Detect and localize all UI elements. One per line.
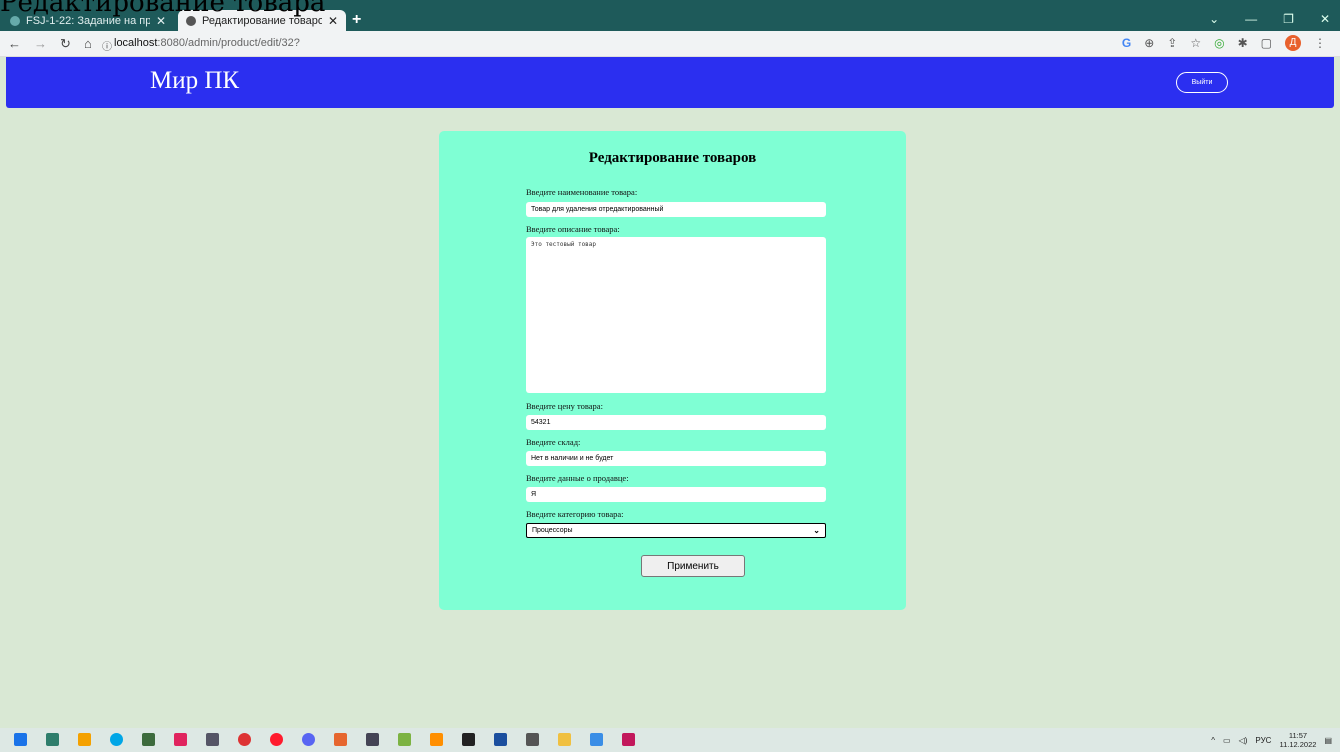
logout-button[interactable]: Выйти [1176, 72, 1228, 93]
notepad-icon[interactable] [590, 733, 603, 746]
close-window-icon[interactable]: ✕ [1320, 12, 1330, 26]
calculator-icon[interactable] [46, 733, 59, 746]
new-tab-button[interactable]: + [352, 11, 361, 29]
home-icon[interactable]: ⌂ [84, 36, 92, 51]
page-overlay-title: Редактирование товара [0, 0, 326, 18]
zoom-icon[interactable]: ⊕ [1144, 36, 1154, 50]
warehouse-label: Введите склад: [526, 437, 581, 447]
discord-icon[interactable] [302, 733, 315, 746]
os-taskbar: ^ ▭ ◁) РУС 11:57 11.12.2022 ▤ [0, 728, 1340, 752]
clock-time: 11:57 [1288, 731, 1308, 740]
app-icon[interactable] [366, 733, 379, 746]
clock-date: 11.12.2022 [1279, 740, 1317, 749]
file-explorer-icon[interactable] [558, 733, 571, 746]
price-input[interactable]: 54321 [526, 415, 826, 430]
puzzle-extensions-icon[interactable]: ✱ [1238, 36, 1248, 50]
chevron-up-icon[interactable]: ^ [1211, 736, 1215, 745]
tab-search-icon[interactable]: ⌄ [1209, 12, 1219, 26]
form-title: Редактирование товаров [588, 150, 757, 166]
site-info-icon[interactable]: ⓘ [102, 38, 112, 53]
opera-icon[interactable] [270, 733, 283, 746]
category-label: Введите категорию товара: [526, 509, 624, 519]
share-icon[interactable]: ⇪ [1167, 36, 1177, 50]
bookmark-star-icon[interactable]: ☆ [1190, 36, 1201, 50]
start-icon[interactable] [14, 733, 27, 746]
apply-button[interactable]: Применить [641, 555, 745, 577]
name-input[interactable]: Товар для удаления отредактированный [526, 202, 826, 217]
url-path: :8080/admin/product/edit/32? [157, 37, 300, 49]
category-selected-value: Процессоры [532, 527, 573, 534]
volume-icon[interactable]: ◁) [1239, 736, 1248, 745]
language-indicator[interactable]: РУС [1255, 736, 1271, 745]
network-icon[interactable]: ▭ [1223, 736, 1231, 745]
notifications-icon[interactable]: ▤ [1324, 736, 1332, 745]
reload-icon[interactable]: ↻ [60, 36, 71, 52]
category-select[interactable]: Процессоры ⌄ [526, 523, 826, 538]
site-logo[interactable]: Мир ПК [150, 67, 239, 95]
warehouse-input[interactable]: Нет в наличии и не будет [526, 451, 826, 466]
back-icon[interactable]: ← [8, 36, 21, 51]
intellij-icon[interactable] [622, 733, 635, 746]
edit-product-form: Редактирование товаров Введите наименова… [439, 131, 906, 610]
seller-input[interactable]: Я [526, 487, 826, 502]
system-tray: ^ ▭ ◁) РУС 11:57 11.12.2022 ▤ [1211, 731, 1332, 749]
name-label: Введите наименование товара: [526, 187, 638, 197]
side-panel-icon[interactable]: ▢ [1261, 36, 1272, 50]
site-header: Мир ПК Выйти [6, 57, 1334, 108]
steam-icon[interactable] [494, 733, 507, 746]
settings-icon[interactable] [526, 733, 539, 746]
url-host: localhost [114, 37, 158, 49]
terminal-icon[interactable] [142, 733, 155, 746]
forward-icon[interactable]: → [34, 36, 47, 51]
description-textarea[interactable]: Это тестовый товар [526, 237, 826, 393]
yandex-browser-icon[interactable] [238, 733, 251, 746]
sublime-icon[interactable] [78, 733, 91, 746]
restore-icon[interactable]: ❐ [1283, 12, 1294, 26]
shield-extension-icon[interactable]: ◎ [1214, 36, 1224, 50]
epic-games-icon[interactable] [462, 733, 475, 746]
google-icon[interactable]: G [1122, 36, 1131, 50]
extension-icons: G ⊕ ⇪ ☆ ◎ ✱ ▢ Д ⋮ [1122, 35, 1326, 51]
app-icon[interactable] [398, 733, 411, 746]
menu-dots-icon[interactable]: ⋮ [1314, 36, 1326, 50]
address-bar: ← → ↻ ⌂ ⓘ localhost:8080/admin/product/e… [0, 31, 1340, 57]
description-label: Введите описание товара: [526, 224, 620, 234]
tab-close-icon[interactable]: ✕ [328, 14, 338, 28]
vlc-icon[interactable] [430, 733, 443, 746]
app-icon[interactable] [206, 733, 219, 746]
url-field[interactable]: localhost:8080/admin/product/edit/32? [114, 37, 300, 49]
app-icon[interactable] [174, 733, 187, 746]
window-controls: ⌄ — ❐ ✕ [1209, 12, 1330, 26]
chevron-down-icon: ⌄ [813, 526, 820, 535]
minimize-icon[interactable]: — [1245, 12, 1257, 26]
chrome-icon[interactable] [334, 733, 347, 746]
profile-avatar[interactable]: Д [1285, 35, 1301, 51]
skype-icon[interactable] [110, 733, 123, 746]
price-label: Введите цену товара: [526, 401, 603, 411]
clock[interactable]: 11:57 11.12.2022 [1279, 731, 1316, 749]
seller-label: Введите данные о продавце: [526, 473, 629, 483]
